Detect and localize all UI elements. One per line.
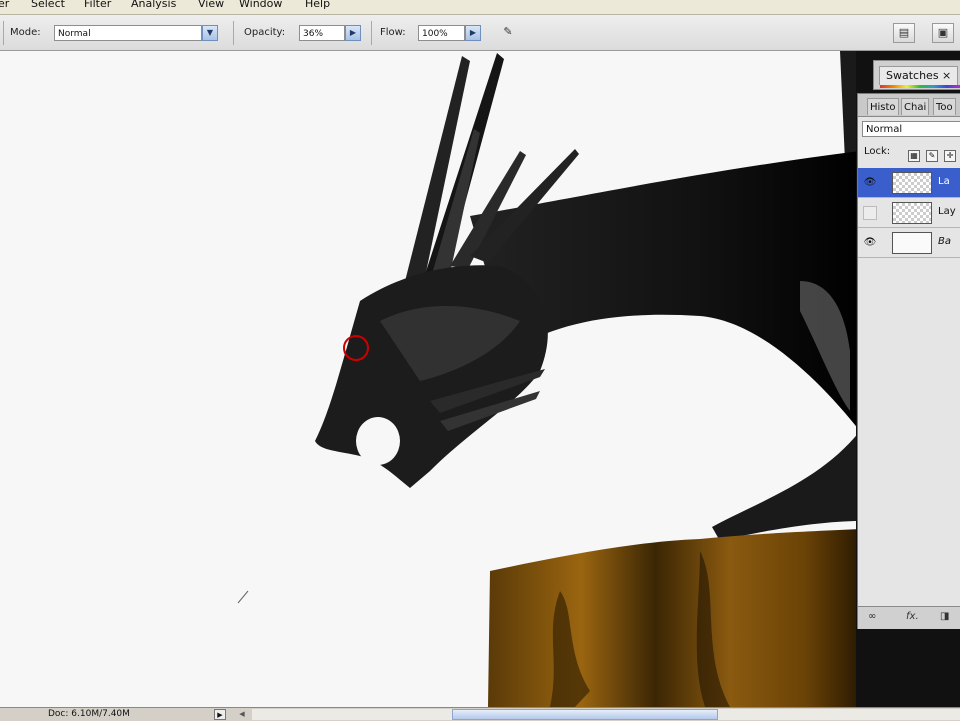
- opacity-label: Opacity:: [244, 27, 286, 38]
- menu-item-window[interactable]: Window: [239, 0, 282, 10]
- layer-name: La: [938, 176, 950, 187]
- layer-name: Lay: [938, 206, 956, 217]
- layers-panel: Histo Chai Too Normal Lock: ▦ ✎ ✛ 👁 La L…: [857, 93, 960, 629]
- layer-thumbnail: [892, 172, 932, 194]
- opacity-input[interactable]: 36%: [299, 25, 345, 41]
- lock-transparency-icon[interactable]: ▦: [908, 150, 920, 162]
- add-mask-icon[interactable]: ◨: [940, 611, 949, 622]
- link-layers-icon[interactable]: ∞: [868, 611, 876, 622]
- layers-panel-tabs: Histo Chai Too: [858, 94, 960, 117]
- scrollbar-thumb[interactable]: [452, 709, 718, 720]
- swatches-color-strip[interactable]: [880, 85, 960, 88]
- separator: [233, 21, 234, 45]
- eye-icon[interactable]: 👁: [862, 175, 878, 191]
- tab-tools[interactable]: Too: [933, 98, 956, 115]
- blend-mode-select[interactable]: Normal: [862, 121, 960, 137]
- separator: [371, 21, 372, 45]
- status-bar: Doc: 6.10M/7.40M ▶ ◀: [0, 707, 960, 721]
- lock-label: Lock:: [864, 146, 891, 157]
- menu-item-help[interactable]: Help: [305, 0, 330, 10]
- mode-label: Mode:: [10, 27, 41, 38]
- lock-row: Lock: ▦ ✎ ✛: [864, 146, 956, 164]
- menu-bar: er Select Filter Analysis View Window He…: [0, 0, 960, 15]
- flow-slider-button[interactable]: ▶: [465, 25, 481, 41]
- workspace-icon[interactable]: ▣: [932, 23, 954, 43]
- layer-row[interactable]: Lay: [858, 198, 960, 228]
- menu-item-analysis[interactable]: Analysis: [131, 0, 176, 10]
- lock-brush-icon[interactable]: ✎: [926, 150, 938, 162]
- visibility-toggle[interactable]: [863, 206, 877, 220]
- tab-histogram[interactable]: Histo: [867, 98, 899, 115]
- mode-dropdown-button[interactable]: ▼: [202, 25, 218, 41]
- scroll-left-arrow[interactable]: ◀: [236, 709, 248, 720]
- layer-style-icon[interactable]: fx.: [906, 611, 919, 622]
- flow-label: Flow:: [380, 27, 406, 38]
- layers-footer: ∞ fx. ◨: [858, 606, 960, 629]
- layer-thumbnail: [892, 202, 932, 224]
- status-menu-button[interactable]: ▶: [214, 709, 226, 720]
- layer-row[interactable]: 👁 La: [858, 168, 960, 198]
- menu-item-layer[interactable]: er: [0, 0, 9, 10]
- lock-move-icon[interactable]: ✛: [944, 150, 956, 162]
- horizontal-scrollbar[interactable]: [252, 709, 960, 720]
- menu-item-select[interactable]: Select: [31, 0, 65, 10]
- tab-swatches[interactable]: Swatches ×: [879, 66, 959, 85]
- menu-item-view[interactable]: View: [198, 0, 224, 10]
- document-size-info: Doc: 6.10M/7.40M: [48, 709, 130, 719]
- dragon-artwork: [0, 51, 860, 707]
- separator: [3, 21, 4, 45]
- opacity-slider-button[interactable]: ▶: [345, 25, 361, 41]
- mode-select[interactable]: Normal: [54, 25, 202, 41]
- menu-item-filter[interactable]: Filter: [84, 0, 111, 10]
- eye-icon[interactable]: 👁: [862, 235, 878, 251]
- tab-channels[interactable]: Chai: [901, 98, 930, 115]
- layer-row[interactable]: 👁 Ba: [858, 228, 960, 258]
- flow-input[interactable]: 100%: [418, 25, 465, 41]
- tool-options-bar: Mode: Normal ▼ Opacity: 36% ▶ Flow: 100%…: [0, 15, 960, 51]
- document-canvas[interactable]: [0, 51, 860, 707]
- layer-thumbnail: [892, 232, 932, 254]
- palette-well-icon[interactable]: ▤: [893, 23, 915, 43]
- layer-name: Ba: [938, 236, 951, 247]
- airbrush-icon[interactable]: ✎: [497, 23, 519, 43]
- swatches-panel: Swatches ×: [873, 60, 960, 90]
